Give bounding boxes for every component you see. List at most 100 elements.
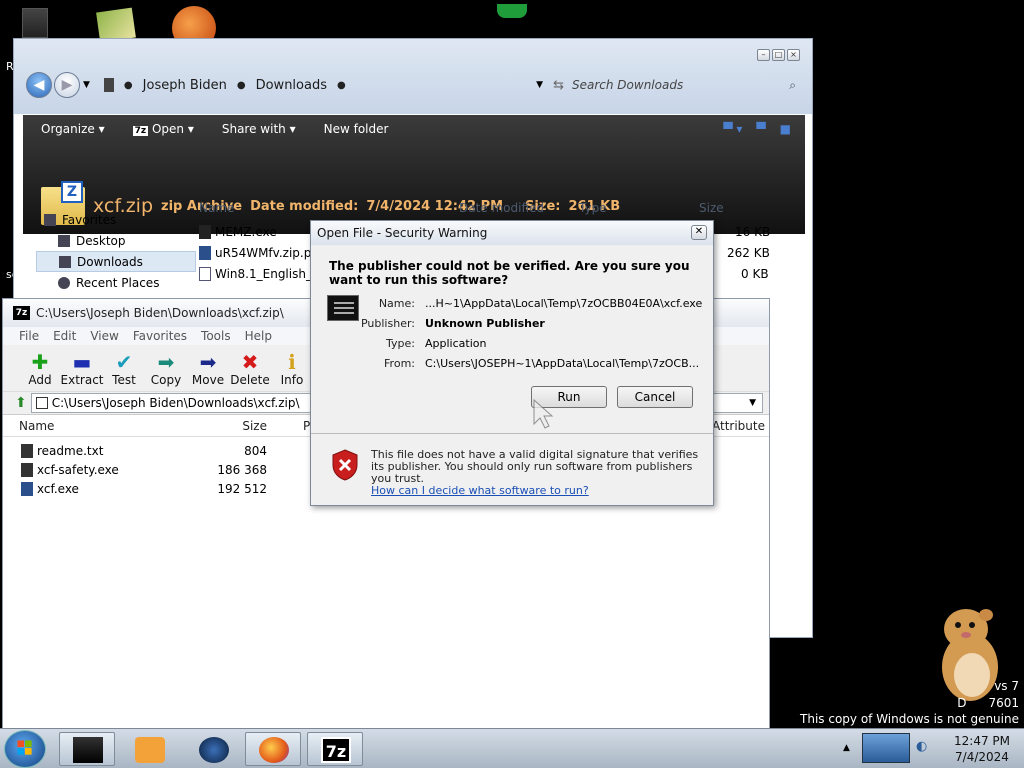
watermark-line1: vs 7 [994, 679, 1019, 693]
network-icon[interactable]: ◐ [916, 739, 927, 754]
column-attributes[interactable]: Attribute [712, 419, 769, 433]
tray-clock[interactable]: 12:47 PM 7/4/2024 [940, 733, 1024, 765]
field-label: From: [384, 356, 415, 370]
move-button[interactable]: ➡ Move [187, 345, 229, 391]
help-icon[interactable]: ■ [780, 122, 791, 136]
taskbar-7zip[interactable]: 7z [307, 732, 363, 766]
desktop-green-gadget-icon [497, 4, 527, 18]
new-folder-button[interactable]: New folder [324, 122, 389, 136]
taskbar-media-player[interactable] [121, 732, 177, 766]
file-size: 804 [244, 443, 267, 458]
recent-pages-chevron-icon[interactable]: ▼ [83, 80, 90, 90]
breadcrumb-downloads[interactable]: Downloads [256, 78, 327, 93]
dialog-title: Open File - Security Warning [317, 226, 488, 240]
column-size[interactable]: Size [171, 419, 271, 433]
search-icon[interactable]: ⌕ [789, 78, 796, 93]
extract-button[interactable]: ▬ Extract [61, 345, 104, 391]
menu-tools[interactable]: Tools [201, 329, 231, 343]
arrow-left-icon: ◀ [33, 77, 45, 93]
maximize-button[interactable]: □ [772, 49, 785, 61]
cancel-button[interactable]: Cancel [617, 386, 693, 408]
share-with-menu[interactable]: Share with ▾ [222, 122, 296, 136]
view-options-icon[interactable]: ▀ ▾ [723, 122, 742, 136]
column-packed[interactable]: P [271, 419, 310, 433]
close-button[interactable]: × [787, 49, 800, 61]
column-type[interactable]: Type [579, 201, 699, 221]
field-label: Publisher: [360, 316, 415, 330]
back-button[interactable]: ◀ [26, 72, 52, 98]
column-name[interactable]: Name [3, 419, 171, 433]
breadcrumb-joseph-biden[interactable]: Joseph Biden [143, 78, 227, 93]
desktop: R sc – □ × ◀ ▶ ▼ ● Joseph Biden ● Downlo… [0, 0, 1024, 768]
start-button[interactable] [4, 730, 46, 768]
nav-downloads[interactable]: Downloads [36, 251, 196, 272]
arrow-right-icon: ▶ [61, 77, 73, 93]
dialog-titlebar[interactable]: Open File - Security Warning [311, 221, 713, 245]
windows-logo-icon [17, 740, 32, 755]
dialog-divider [311, 433, 713, 434]
taskbar-globe[interactable] [185, 732, 241, 766]
address-dropdown-icon[interactable]: ▼ [536, 80, 543, 90]
taskbar-app-blackbox[interactable] [59, 732, 115, 766]
dialog-warning-text: This file does not have a valid digital … [371, 449, 701, 497]
download-file-icon [199, 245, 211, 260]
warning-message: This file does not have a valid digital … [371, 448, 699, 485]
folder-icon [103, 78, 114, 92]
show-hidden-icons-icon[interactable]: ▲ [843, 743, 850, 753]
open-menu[interactable]: 7z Open ▾ [132, 122, 194, 136]
watermark-line2: D 7601 [957, 696, 1019, 710]
minimize-button[interactable]: – [757, 49, 770, 61]
column-name[interactable]: Name [199, 201, 459, 221]
security-shield-icon [332, 449, 358, 481]
exe-file-icon [199, 224, 211, 239]
column-size[interactable]: Size [699, 201, 779, 221]
menu-view[interactable]: View [90, 329, 118, 343]
nav-recent-places[interactable]: Recent Places [36, 272, 196, 293]
preview-pane-icon[interactable]: ▀ [756, 122, 765, 136]
info-button[interactable]: ℹ Info [271, 345, 313, 391]
breadcrumb-separator-icon: ● [337, 79, 346, 91]
file-size: 16 KB [735, 224, 771, 239]
dialog-question: The publisher could not be verified. Are… [329, 259, 690, 287]
star-icon [44, 213, 56, 226]
nav-desktop[interactable]: Desktop [36, 230, 196, 251]
exe-file-icon [21, 481, 33, 496]
menu-help[interactable]: Help [245, 329, 272, 343]
help-link[interactable]: How can I decide what software to run? [371, 484, 589, 497]
taskbar-firefox[interactable] [245, 732, 301, 766]
black-box-icon [73, 737, 103, 763]
field-label: Type: [386, 336, 415, 350]
add-button[interactable]: ✚ Add [19, 345, 61, 391]
file-name: readme.txt [37, 443, 104, 458]
up-folder-icon[interactable]: ⬆ [15, 395, 27, 411]
address-bar[interactable]: ● Joseph Biden ● Downloads ● ▼ ⇆ [96, 72, 564, 98]
copy-button[interactable]: ➡ Copy [145, 345, 187, 391]
column-date-modified[interactable]: Date modified [459, 201, 579, 221]
field-value: Unknown Publisher [425, 316, 545, 330]
downloads-icon [59, 255, 71, 268]
dialog-close-button[interactable]: ✕ [691, 225, 707, 240]
minus-icon: ▬ [72, 350, 92, 374]
refresh-icon[interactable]: ⇆ [553, 78, 564, 93]
delete-button[interactable]: ✖ Delete [229, 345, 271, 391]
media-player-icon [135, 737, 165, 763]
window-controls: – □ × [757, 49, 800, 61]
breadcrumb-separator-icon: ● [123, 79, 133, 91]
forward-button[interactable]: ▶ [54, 72, 80, 98]
nav-favorites[interactable]: Favorites [36, 209, 196, 230]
menu-file[interactable]: File [19, 329, 39, 343]
file-size: 192 512 [217, 481, 267, 496]
menu-favorites[interactable]: Favorites [133, 329, 187, 343]
menu-edit[interactable]: Edit [53, 329, 76, 343]
7zip-icon: 7z [132, 126, 149, 136]
breadcrumb-separator-icon: ● [236, 79, 246, 91]
mouse-cursor-icon [533, 398, 554, 429]
search-input[interactable]: Search Downloads ⌕ [564, 73, 804, 97]
tray-app-icon[interactable] [862, 733, 910, 763]
path-dropdown-icon[interactable]: ▼ [749, 398, 756, 408]
desktop-app-icon[interactable] [22, 8, 48, 38]
organize-menu[interactable]: Organize ▾ [41, 122, 105, 136]
test-button[interactable]: ✔ Test [103, 345, 145, 391]
move-arrow-icon: ➡ [199, 350, 217, 374]
navigation-bar: ◀ ▶ ▼ ● Joseph Biden ● Downloads ● ▼ ⇆ S… [26, 69, 804, 101]
